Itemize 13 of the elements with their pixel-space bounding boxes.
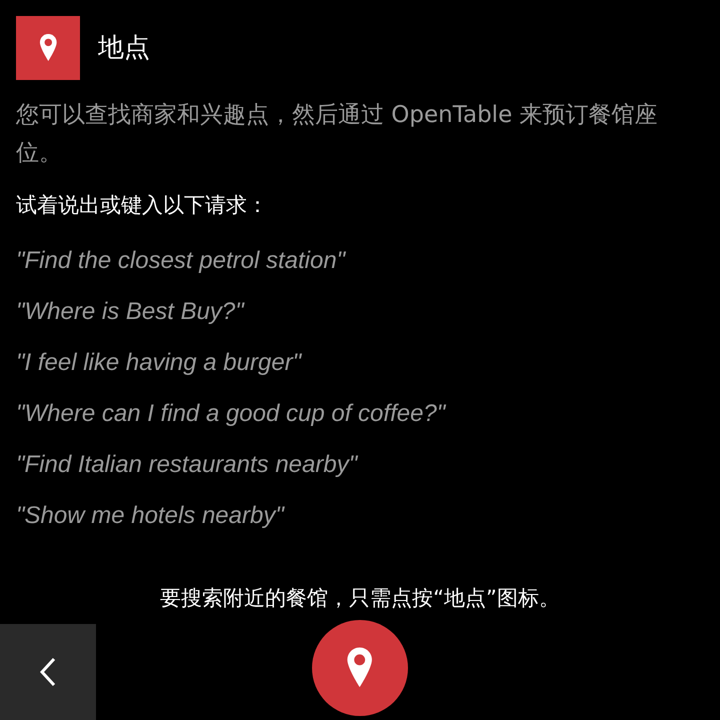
example-query: "Where is Best Buy?" — [16, 296, 246, 326]
example-query: "Find the closest petrol station" — [16, 246, 347, 276]
pin-icon — [38, 33, 58, 63]
back-icon — [40, 657, 56, 687]
hint-text: 要搜索附近的餐馆，只需点按“地点”图标。 — [159, 584, 561, 612]
example-query: "Find Italian restaurants nearby" — [16, 450, 360, 480]
prompt-text: 试着说出或键入以下请求： — [15, 192, 269, 219]
example-query: "Show me hotels nearby" — [16, 500, 286, 530]
description: 您可以查找商家和兴趣点，然后通过 OpenTable 来预订餐馆座位。 — [15, 101, 659, 168]
pin-icon — [346, 646, 374, 690]
page-title: 地点 — [98, 32, 150, 64]
example-query: "Where can I find a good cup of coffee?" — [16, 398, 448, 428]
example-query: "I feel like having a burger" — [16, 348, 303, 378]
